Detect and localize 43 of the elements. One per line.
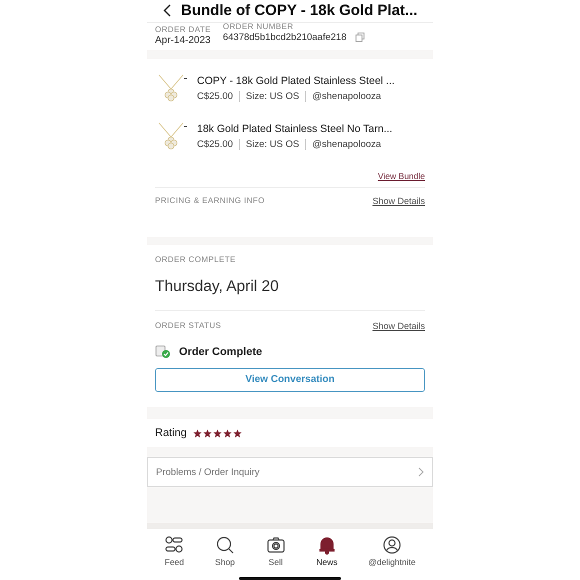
tab-bar-item[interactable]: Feed (164, 535, 184, 568)
tab-bar-item[interactable]: Shop (214, 535, 235, 568)
item-price: C$25.00 (197, 90, 234, 102)
seller-name: @shenapolooza (305, 90, 388, 102)
field-label: ORDER DATE (155, 24, 211, 34)
star-icon (222, 428, 232, 438)
status-check-icon (155, 344, 171, 359)
section-label: ORDER STATUS (155, 321, 222, 330)
seller-name: @shenapolooza (305, 138, 388, 150)
item-price: C$25.00 (197, 138, 234, 150)
completion-date: Thursday, April 20 (155, 278, 280, 296)
show-details-link[interactable]: Show Details (372, 320, 425, 331)
order-inquiry-row[interactable]: Problems / Order Inquiry (147, 457, 433, 488)
rating-label: Rating (155, 427, 187, 440)
status-text: Order Complete (179, 346, 262, 358)
feed-icon (164, 535, 184, 556)
tab-bar-item[interactable]: Sell (266, 535, 286, 568)
item-title[interactable]: 18k Gold Plated Stainless Steel No Tarn... (197, 122, 392, 135)
show-details-link[interactable]: Show Details (372, 196, 425, 206)
camera-icon (266, 535, 286, 556)
item-size: Size: US OS (238, 138, 306, 150)
page-title: Bundle of COPY - 18k Gold Plat... (181, 2, 418, 20)
section-label: ORDER COMPLETE (155, 254, 237, 264)
copy-icon[interactable] (354, 32, 364, 42)
star-icon (202, 428, 212, 438)
view-conversation-button[interactable]: View Conversation (155, 368, 425, 392)
section-label: PRICING & EARNING INFO (155, 196, 265, 206)
chevron-right-icon (418, 467, 424, 478)
view-bundle-link[interactable]: View Bundle (378, 170, 425, 181)
profile-icon (382, 535, 402, 556)
bell-icon (316, 535, 337, 556)
search-icon (214, 535, 235, 556)
order-date: Apr-14-2023 (155, 34, 211, 46)
item-size: Size: US OS (238, 90, 306, 102)
tab-bar-item[interactable]: News (316, 535, 338, 568)
tab-bar-item[interactable]: @delightnite (368, 535, 416, 568)
field-label: ORDER NUMBER (222, 22, 294, 31)
back-icon[interactable] (163, 4, 171, 18)
star-icon (192, 428, 202, 438)
order-number: 64378d5b1bcd2b210aafe218 (222, 32, 346, 43)
star-icon (232, 428, 242, 438)
star-icon (212, 428, 222, 438)
item-title[interactable]: COPY - 18k Gold Plated Stainless Steel ... (197, 74, 395, 87)
